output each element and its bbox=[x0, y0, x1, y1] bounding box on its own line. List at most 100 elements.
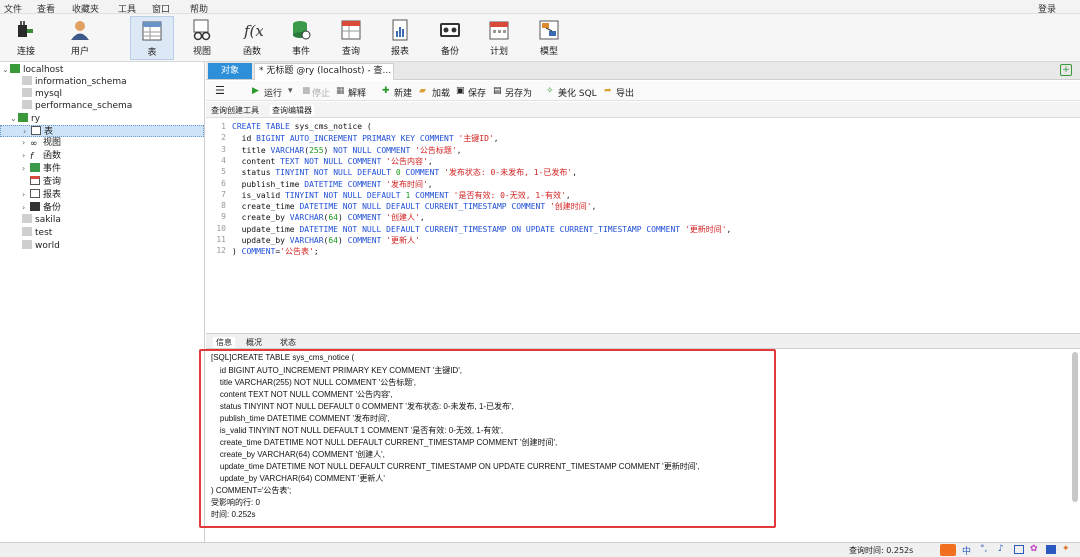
backup-button[interactable]: 备份 bbox=[428, 16, 472, 60]
saveas-button[interactable]: 另存为 bbox=[505, 86, 532, 99]
stop-button[interactable]: 停止 bbox=[312, 86, 330, 99]
line-number: 5 bbox=[221, 167, 226, 177]
info-scrollbar[interactable] bbox=[1072, 352, 1078, 502]
line-number: 3 bbox=[221, 144, 226, 154]
report-button[interactable]: 报表 bbox=[378, 16, 422, 60]
run-icon: ▶ bbox=[252, 86, 259, 96]
view-button[interactable]: 视图 bbox=[180, 16, 224, 60]
run-button[interactable]: 运行 bbox=[264, 86, 282, 99]
tree-reports[interactable]: › 报表 bbox=[22, 189, 61, 201]
tree-db-information-schema[interactable]: information_schema bbox=[22, 76, 127, 88]
query-icon bbox=[30, 176, 40, 185]
toolbox-icon[interactable] bbox=[1046, 545, 1056, 554]
run-dropdown-icon[interactable]: ▾ bbox=[288, 86, 293, 96]
tree-views[interactable]: › ∞ 视图 bbox=[22, 137, 61, 149]
main-toolbar: 连接 用户 表 视图 f(x) 函数 事件 查询 报表 备份 计划 模型 bbox=[0, 14, 1080, 62]
function-icon: f bbox=[30, 152, 34, 162]
backup-icon bbox=[440, 23, 460, 37]
tree-db-performance-schema[interactable]: performance_schema bbox=[22, 100, 132, 112]
tree-db-ry[interactable]: ⌄ ry bbox=[10, 113, 40, 125]
tab-query-editor[interactable]: 查询编辑器 bbox=[270, 105, 314, 116]
menu-bar: 文件 查看 收藏夹 工具 窗口 帮助 登录 bbox=[0, 0, 1080, 15]
line-number: 4 bbox=[221, 155, 226, 165]
beautify-button[interactable]: 美化 SQL bbox=[558, 86, 597, 99]
line-number: 9 bbox=[221, 212, 226, 222]
schedule-button[interactable]: 计划 bbox=[477, 16, 521, 60]
explain-button[interactable]: 解释 bbox=[348, 86, 366, 99]
sql-editor[interactable]: 1 2 3 4 5 6 7 8 9 10 11 12 CREATE TABLE sys_cms_not… bbox=[206, 119, 1080, 331]
database-icon bbox=[22, 100, 32, 109]
database-icon bbox=[18, 113, 28, 122]
query-time: 查询时间: 0.252s bbox=[849, 546, 914, 555]
add-tab-icon[interactable]: + bbox=[1060, 64, 1072, 76]
code-line: title VARCHAR(255) NOT NULL COMMENT '公告标… bbox=[232, 145, 462, 155]
calendar-icon bbox=[489, 21, 509, 40]
settings-icon[interactable]: ✦ bbox=[1062, 544, 1070, 554]
tab-overview[interactable]: 概况 bbox=[246, 337, 262, 348]
tree-events[interactable]: › 事件 bbox=[22, 163, 61, 175]
tab-objects[interactable]: 对象 bbox=[208, 63, 252, 79]
tab-query[interactable]: * 无标题 @ry (localhost) - 查... bbox=[254, 63, 394, 80]
export-button[interactable]: 导出 bbox=[616, 86, 634, 99]
line-number: 12 bbox=[216, 246, 226, 256]
query-subtabs: 查询创建工具 查询编辑器 bbox=[206, 102, 1080, 118]
punctuation-icon[interactable]: °, bbox=[980, 544, 987, 554]
tree-db-world[interactable]: world bbox=[22, 240, 60, 252]
tab-info[interactable]: 信息 bbox=[213, 337, 235, 348]
tab-status[interactable]: 状态 bbox=[280, 337, 296, 348]
code-line: create_time DATETIME NOT NULL DEFAULT CU… bbox=[232, 202, 597, 212]
result-tabs: 信息 概况 状态 bbox=[206, 333, 1080, 349]
code-line: id BIGINT AUTO_INCREMENT PRIMARY KEY COM… bbox=[232, 134, 499, 144]
tab-bar: 对象 * 无标题 @ry (localhost) - 查... + bbox=[206, 62, 1080, 80]
line-number: 10 bbox=[216, 223, 226, 233]
line-number: 6 bbox=[221, 178, 226, 188]
tree-db-mysql[interactable]: mysql bbox=[22, 88, 62, 100]
hamburger-icon[interactable]: ☰ bbox=[215, 84, 225, 97]
code-line: update_time DATETIME NOT NULL DEFAULT CU… bbox=[232, 224, 732, 234]
table-button[interactable]: 表 bbox=[130, 16, 174, 60]
query-button[interactable]: 查询 bbox=[329, 16, 373, 60]
code-line: create_by VARCHAR(64) COMMENT '创建人', bbox=[232, 213, 425, 223]
keyboard-icon[interactable] bbox=[1014, 545, 1024, 554]
skin-icon[interactable]: ✿ bbox=[1030, 544, 1038, 554]
saveas-icon: ▤ bbox=[493, 86, 502, 96]
code-line: publish_time DATETIME COMMENT '发布时间', bbox=[232, 179, 433, 189]
user-button[interactable]: 用户 bbox=[58, 16, 102, 60]
svg-text:f(x): f(x) bbox=[243, 22, 263, 40]
code-line: update_by VARCHAR(64) COMMENT '更新人' bbox=[232, 236, 420, 245]
connection-icon bbox=[10, 64, 20, 73]
database-icon bbox=[22, 227, 32, 236]
line-number: 7 bbox=[221, 189, 226, 199]
tree-tables[interactable]: › 表 bbox=[0, 125, 204, 137]
ime-lang[interactable]: 中 bbox=[962, 544, 971, 557]
function-icon: f(x) bbox=[243, 22, 263, 40]
model-button[interactable]: 模型 bbox=[527, 16, 571, 60]
code-line: content TEXT NOT NULL COMMENT '公告内容', bbox=[232, 156, 433, 166]
load-button[interactable]: 加载 bbox=[432, 86, 450, 99]
event-icon bbox=[293, 21, 311, 40]
status-bar: 查询时间: 0.252s 中 °, ♪ ✿ ✦ bbox=[0, 542, 1080, 557]
user-icon bbox=[71, 21, 89, 40]
tab-query-builder[interactable]: 查询创建工具 bbox=[211, 105, 259, 116]
tree-db-test[interactable]: test bbox=[22, 227, 52, 239]
code-line: CREATE TABLE sys_cms_notice ( bbox=[232, 122, 372, 131]
new-icon: ✚ bbox=[382, 86, 390, 96]
tree-db-sakila[interactable]: sakila bbox=[22, 214, 61, 226]
event-icon bbox=[30, 163, 40, 172]
table-icon bbox=[142, 21, 162, 41]
beautify-icon: ✧ bbox=[546, 86, 554, 96]
connection-tree: ⌄ localhost information_schema mysql perf… bbox=[0, 62, 205, 542]
microphone-icon[interactable]: ♪ bbox=[998, 544, 1004, 554]
function-button[interactable]: f(x) 函数 bbox=[230, 16, 274, 60]
save-button[interactable]: 保存 bbox=[468, 86, 486, 99]
connect-button[interactable]: 连接 bbox=[4, 16, 48, 60]
save-icon: ▣ bbox=[456, 86, 465, 96]
event-button[interactable]: 事件 bbox=[279, 16, 323, 60]
tree-queries[interactable]: 查询 bbox=[30, 176, 61, 188]
highlight-box bbox=[199, 349, 776, 528]
tree-backups[interactable]: › 备份 bbox=[22, 202, 61, 214]
new-button[interactable]: 新建 bbox=[394, 86, 412, 99]
tree-localhost[interactable]: ⌄ localhost bbox=[2, 64, 63, 76]
database-icon bbox=[22, 214, 32, 223]
tree-functions[interactable]: › f 函数 bbox=[22, 150, 61, 162]
